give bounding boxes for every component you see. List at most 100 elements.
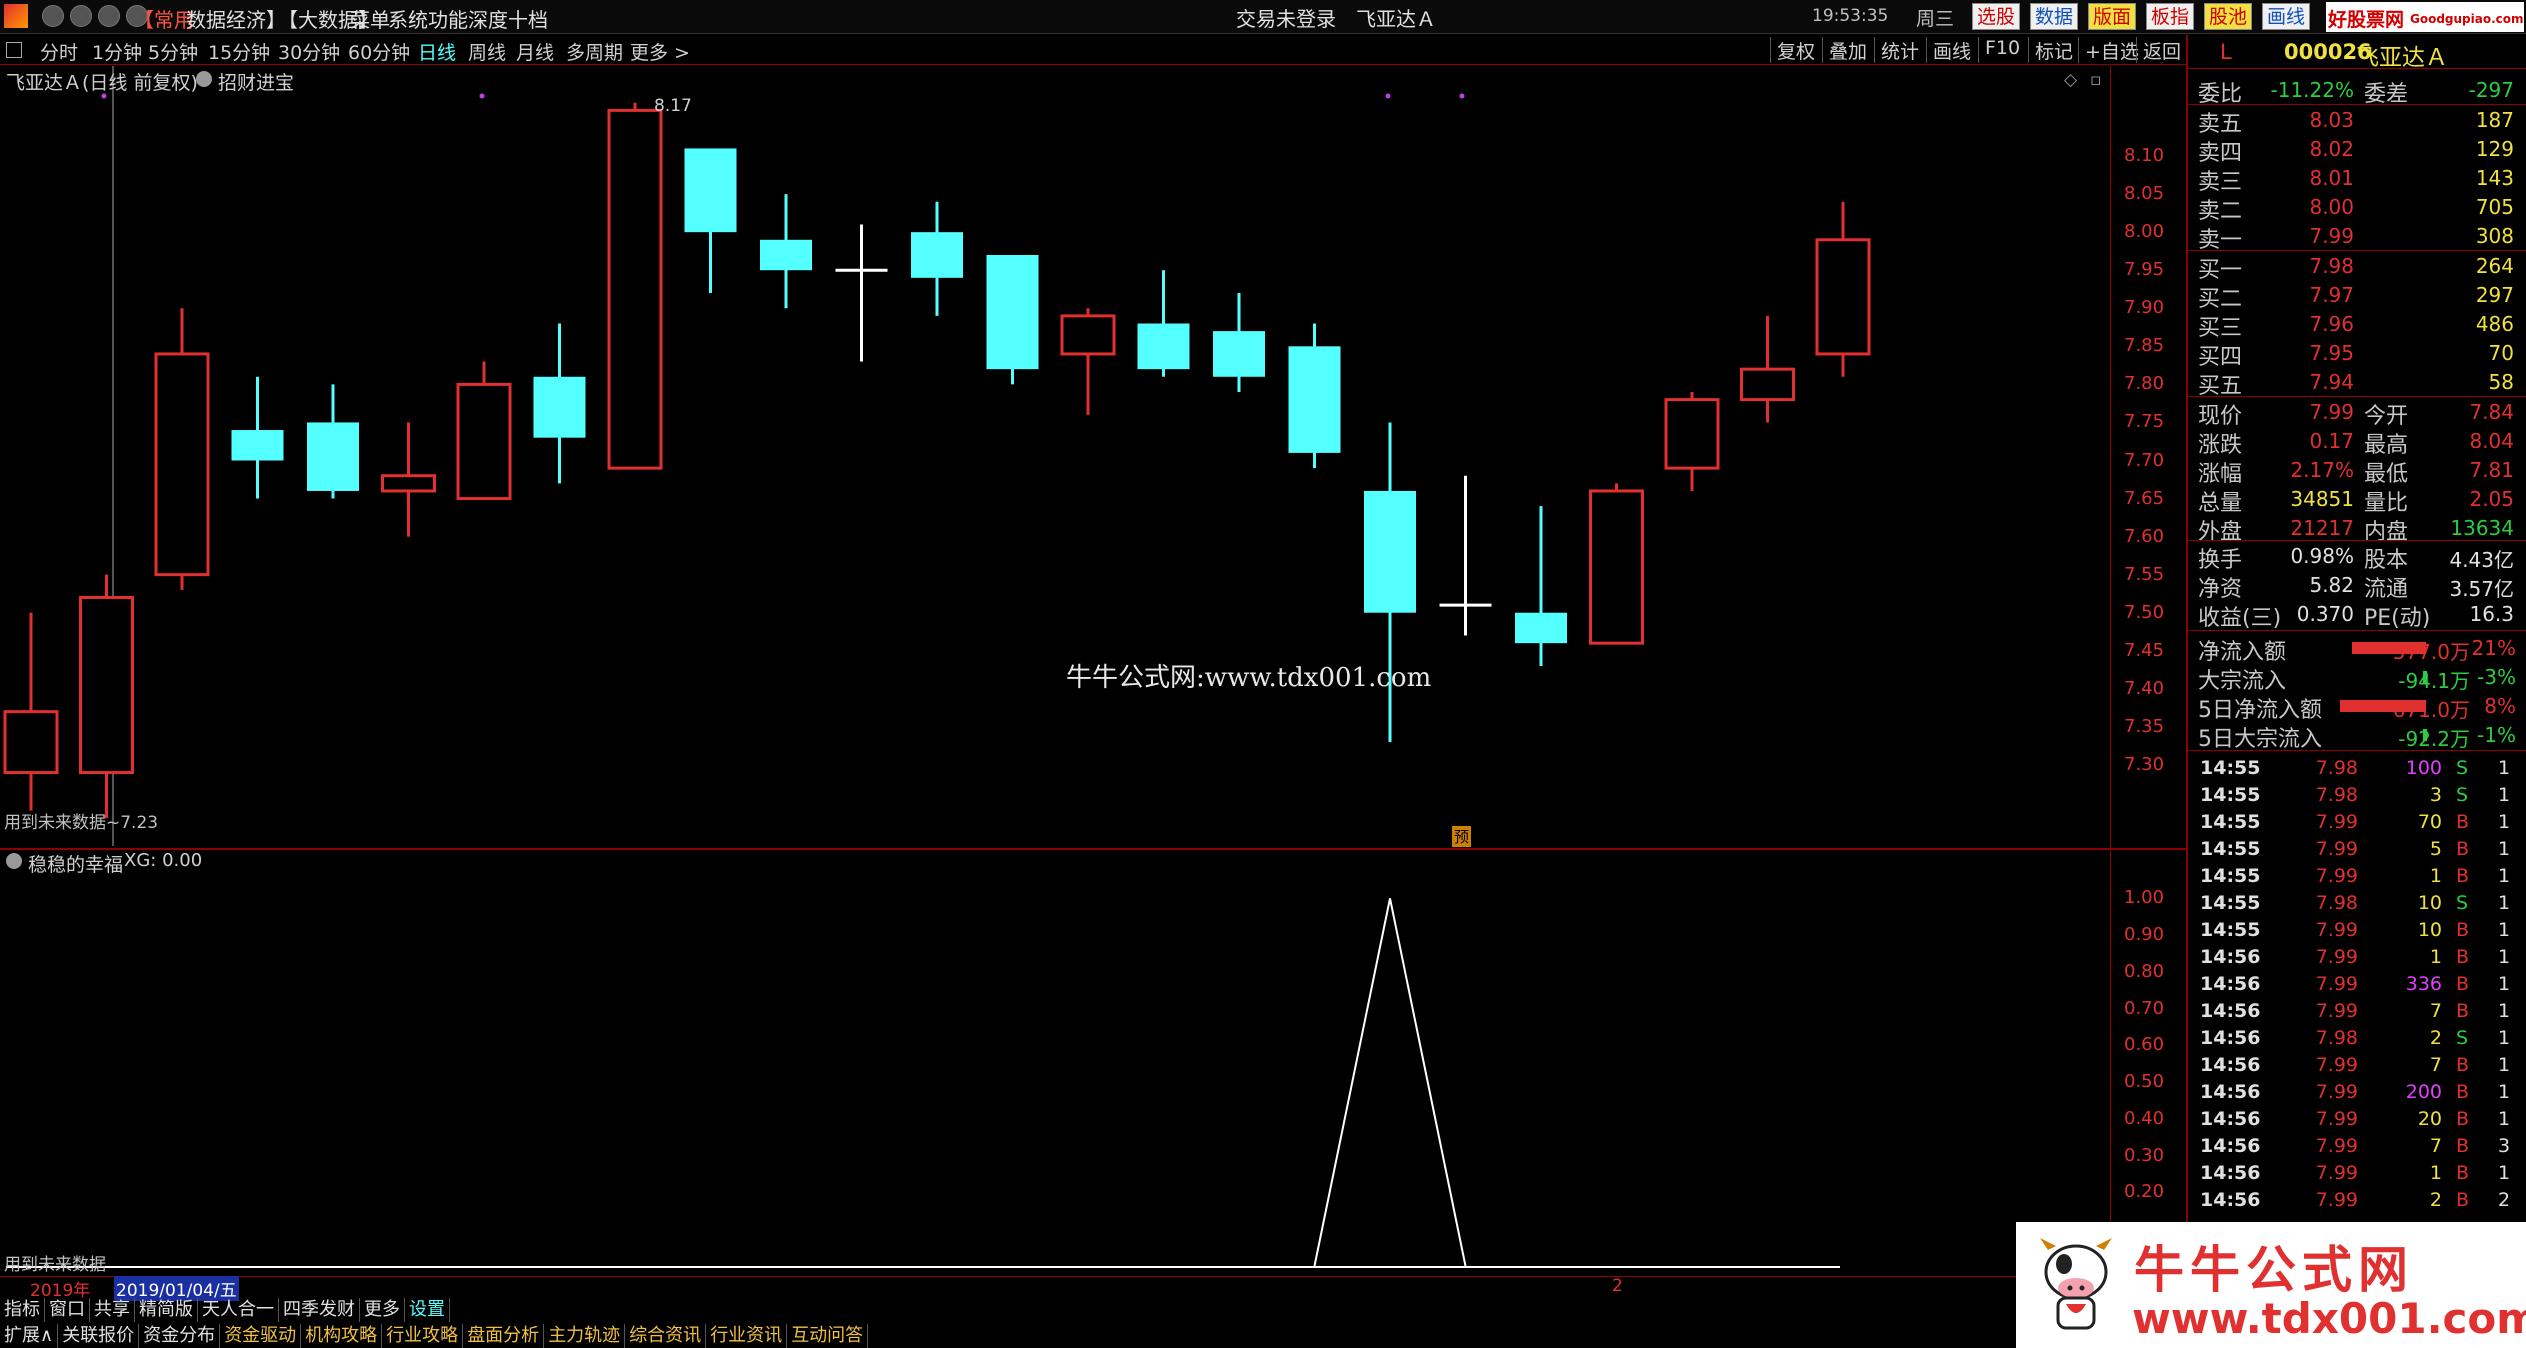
candle[interactable]	[1664, 392, 1720, 491]
bottom-tab[interactable]: 更多	[360, 1298, 405, 1322]
brand-badge[interactable]: 好股票网 Goodgupiao.com	[2326, 2, 2524, 32]
menu-item[interactable]: 【常用	[134, 4, 194, 33]
ad-banner[interactable]: 牛牛公式网 www.tdx001.com	[2016, 1222, 2526, 1348]
toolbar-action[interactable]: F10	[1978, 37, 2020, 63]
bottom-tab[interactable]: 扩展∧	[0, 1324, 59, 1348]
candle[interactable]	[381, 422, 436, 537]
window-button-3[interactable]	[98, 5, 120, 27]
toolbar-action[interactable]: 复权	[1770, 37, 1815, 63]
quick-button[interactable]: 数据	[2030, 3, 2079, 30]
tick-row[interactable]: 14:56 7.99 20 B 1	[2186, 1106, 2526, 1132]
menu-item[interactable]: 系统	[388, 4, 428, 33]
candle[interactable]	[533, 323, 586, 484]
period-tab[interactable]: 分时	[40, 38, 78, 65]
menu-item[interactable]: 数据	[186, 4, 226, 33]
login-status[interactable]: 交易未登录	[1236, 3, 1336, 32]
bottom-tab[interactable]: 窗口	[45, 1298, 90, 1322]
menu-item[interactable]: 深度	[468, 4, 508, 33]
candle[interactable]	[1137, 270, 1190, 377]
period-tab[interactable]: 多周期	[566, 38, 623, 65]
candle[interactable]	[835, 224, 888, 362]
candle[interactable]	[1515, 506, 1567, 666]
toolbar-action[interactable]: +自选	[2078, 37, 2139, 63]
period-tab[interactable]: 1分钟	[92, 38, 142, 65]
quick-button[interactable]: 选股	[1972, 3, 2021, 30]
period-tab[interactable]: 更多 >	[630, 38, 690, 65]
app-logo-icon[interactable]	[4, 4, 28, 28]
tick-row[interactable]: 14:55 7.99 1 B 1	[2186, 863, 2526, 889]
menu-item[interactable]: 功能	[428, 4, 468, 33]
menu-item[interactable]: 菜单	[350, 4, 390, 33]
candle[interactable]	[1364, 422, 1416, 743]
bottom-tab[interactable]: 机构攻略	[301, 1324, 383, 1348]
window-button-1[interactable]	[42, 5, 64, 27]
bottom-tab[interactable]: 精简版	[135, 1298, 198, 1322]
candle[interactable]	[911, 201, 963, 316]
sub-chart-svg[interactable]	[0, 850, 2110, 1276]
tick-row[interactable]: 14:56 7.99 7 B 1	[2186, 1052, 2526, 1078]
bottom-tab[interactable]: 互动问答	[787, 1324, 869, 1348]
bottom-tab[interactable]: 盘面分析	[463, 1324, 545, 1348]
quick-button[interactable]: 版面	[2088, 3, 2137, 30]
tick-row[interactable]: 14:56 7.99 200 B 1	[2186, 1079, 2526, 1105]
candle[interactable]	[231, 376, 284, 499]
bottom-tab[interactable]: 主力轨迹	[544, 1324, 626, 1348]
tick-row[interactable]: 14:56 7.99 1 B 1	[2186, 1160, 2526, 1186]
candle[interactable]	[456, 361, 512, 501]
tick-row[interactable]: 14:56 7.99 336 B 1	[2186, 971, 2526, 997]
chart-setting-icon[interactable]: ◇	[2064, 70, 2077, 90]
candle[interactable]	[684, 148, 737, 294]
candle[interactable]	[1439, 475, 1492, 636]
tick-row[interactable]: 14:56 7.99 1 B 1	[2186, 944, 2526, 970]
candle[interactable]	[607, 102, 663, 470]
candle[interactable]	[1288, 323, 1341, 469]
candle[interactable]	[1589, 483, 1644, 645]
tick-row[interactable]: 14:55 7.99 70 B 1	[2186, 809, 2526, 835]
period-tab[interactable]: 5分钟	[148, 38, 198, 65]
main-chart-svg[interactable]	[0, 66, 2110, 846]
period-tab[interactable]: 30分钟	[278, 38, 340, 65]
indicator-name[interactable]: 招财进宝	[218, 68, 294, 95]
bottom-tab[interactable]: 资金驱动	[220, 1324, 302, 1348]
bottom-tab[interactable]: 设置	[405, 1298, 450, 1322]
period-tab[interactable]: 日线	[418, 38, 456, 65]
tick-row[interactable]: 14:56 7.98 2 S 1	[2186, 1025, 2526, 1051]
candle[interactable]	[307, 384, 359, 499]
period-tab[interactable]: 15分钟	[208, 38, 270, 65]
bottom-tab[interactable]: 资金分布	[139, 1324, 221, 1348]
tick-row[interactable]: 14:55 7.99 10 B 1	[2186, 917, 2526, 943]
tick-row[interactable]: 14:56 7.99 7 B 3	[2186, 1133, 2526, 1159]
toolbar-action[interactable]: 画线	[1926, 37, 1971, 63]
window-button-2[interactable]	[70, 5, 92, 27]
candle[interactable]	[760, 194, 812, 309]
menu-item[interactable]: 十档	[508, 4, 548, 33]
toolbar-action[interactable]: 返回	[2136, 37, 2181, 63]
tick-row[interactable]: 14:55 7.98 3 S 1	[2186, 782, 2526, 808]
period-tab[interactable]: 60分钟	[348, 38, 410, 65]
tick-row[interactable]: 14:55 7.98 100 S 1	[2186, 755, 2526, 781]
bottom-tab[interactable]: 行业攻略	[382, 1324, 464, 1348]
candle[interactable]	[79, 574, 134, 819]
period-tab[interactable]: 周线	[468, 38, 506, 65]
indicator-toggle-icon[interactable]	[196, 71, 212, 87]
candle[interactable]	[1213, 293, 1265, 392]
tick-row[interactable]: 14:56 7.99 7 B 1	[2186, 998, 2526, 1024]
toolbar-action[interactable]: 标记	[2028, 37, 2073, 63]
quick-button[interactable]: 股池	[2204, 3, 2253, 30]
toolbar-toggle-icon[interactable]	[6, 42, 22, 58]
bottom-tab[interactable]: 指标	[0, 1298, 45, 1322]
period-tab[interactable]: 月线	[516, 38, 554, 65]
candle[interactable]	[154, 308, 210, 590]
candle[interactable]	[3, 612, 59, 811]
tick-row[interactable]: 14:56 7.99 2 B 2	[2186, 1187, 2526, 1213]
bottom-tab[interactable]: 四季发财	[279, 1298, 360, 1322]
chart-zoom-icon[interactable]: ▫	[2090, 70, 2102, 90]
bottom-tab[interactable]: 共享	[90, 1298, 135, 1322]
tick-row[interactable]: 14:55 7.98 10 S 1	[2186, 890, 2526, 916]
candle[interactable]	[1740, 315, 1795, 423]
candle[interactable]	[1815, 201, 1871, 377]
toolbar-action[interactable]: 叠加	[1822, 37, 1867, 63]
tick-row[interactable]: 14:55 7.99 5 B 1	[2186, 836, 2526, 862]
bottom-tab[interactable]: 综合资讯	[625, 1324, 707, 1348]
bottom-tab[interactable]: 关联报价	[58, 1324, 140, 1348]
